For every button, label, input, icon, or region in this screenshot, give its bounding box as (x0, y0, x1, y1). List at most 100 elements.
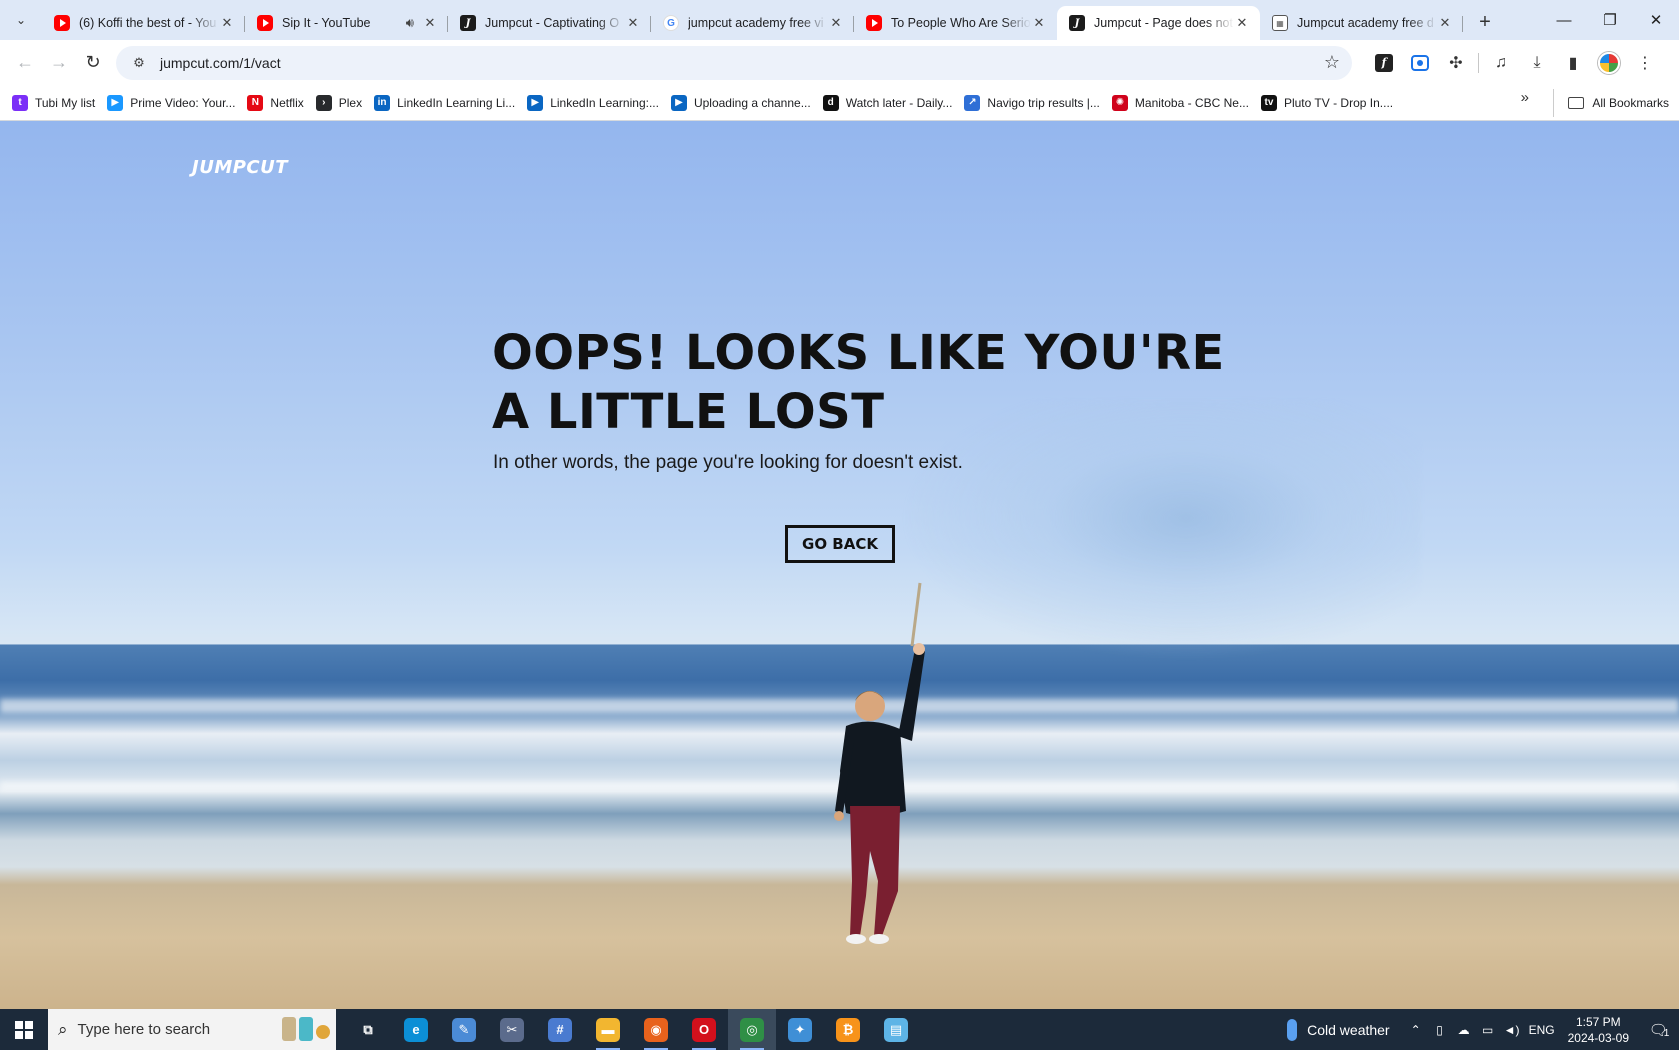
back-button[interactable]: ← (8, 46, 42, 80)
onedrive-icon[interactable]: ☁ (1452, 1023, 1476, 1037)
profile-avatar[interactable] (1591, 46, 1627, 80)
taskbar-app-chrome[interactable]: ◎ (728, 1009, 776, 1050)
network-icon[interactable]: ▭ (1476, 1023, 1500, 1037)
screen-recorder-icon[interactable] (1402, 46, 1438, 80)
weather-text: Cold weather (1307, 1021, 1390, 1038)
bookmark-item[interactable]: ▶ LinkedIn Learning:... (521, 89, 665, 117)
calculator-icon: # (548, 1017, 572, 1042)
all-bookmarks-button[interactable]: All Bookmarks (1553, 89, 1669, 117)
browser-tab[interactable]: Sip It - YouTube 🔊︎ ✕ (245, 6, 448, 40)
bookmark-item[interactable]: N Netflix (241, 89, 309, 117)
bookmark-label: Tubi My list (35, 95, 96, 110)
taskbar-app-firefox[interactable]: ◉ (632, 1009, 680, 1050)
bookmarks-overflow-icon[interactable]: » (1521, 89, 1529, 106)
taskbar-app-notepad[interactable]: ▤ (872, 1009, 920, 1050)
side-panel-icon[interactable]: ▮ (1555, 46, 1591, 80)
bookmark-item[interactable]: ▶ Uploading a channe... (665, 89, 817, 117)
notification-center-button[interactable]: 🗨 1 (1639, 1009, 1679, 1050)
pinned-apps: ⧉ e ✎ ✂ # ▬ ◉ O ◎ ✦ ₿ ▤ (344, 1009, 920, 1050)
toolbar-actions: f ✣ ♫ ⤓ ▮ ⋮ (1366, 46, 1663, 80)
taskbar-search-box[interactable]: ⌕ Type here to search (48, 1009, 336, 1050)
new-tab-button[interactable]: + (1471, 8, 1499, 36)
taskbar-app-calculator[interactable]: # (536, 1009, 584, 1050)
browser-tab[interactable]: To People Who Are Serio ✕ (854, 6, 1057, 40)
browser-tab[interactable]: J Jumpcut - Page does not ✕ (1057, 6, 1260, 40)
bookmark-item[interactable]: in LinkedIn Learning Li... (368, 89, 521, 117)
restore-button[interactable]: ❐ (1587, 0, 1633, 40)
bookmark-item[interactable]: ▶ Prime Video: Your... (101, 89, 241, 117)
tab-separator (1462, 16, 1463, 32)
site-info-icon[interactable]: ⚙ (128, 52, 150, 74)
notification-count: 1 (1663, 1028, 1670, 1039)
search-highlight-illustration (282, 1017, 330, 1041)
extensions-puzzle-icon[interactable]: ✣ (1438, 46, 1474, 80)
tab-title: To People Who Are Serio (891, 16, 1031, 30)
close-window-button[interactable]: ✕ (1633, 0, 1679, 40)
language-indicator[interactable]: ENG (1524, 1023, 1560, 1037)
taskbar-app-edge[interactable]: e (392, 1009, 440, 1050)
jumpcut-logo[interactable]: JUMPCUT (192, 157, 288, 178)
menu-kebab-icon[interactable]: ⋮ (1627, 46, 1663, 80)
tab-strip: ⌄ (6) Koffi the best of - You ✕ Sip It - Y… (0, 0, 1679, 40)
clock[interactable]: 1:57 PM 2024-03-09 (1568, 1014, 1629, 1046)
close-tab-icon[interactable]: ✕ (1234, 15, 1250, 31)
bookmark-star-icon[interactable]: ☆ (1324, 52, 1340, 73)
start-button[interactable] (0, 1009, 48, 1050)
search-placeholder: Type here to search (77, 1021, 211, 1038)
bookmark-label: Plex (338, 95, 363, 110)
edge-icon: e (404, 1017, 428, 1042)
bookmark-item[interactable]: d Watch later - Daily... (817, 89, 959, 117)
taskbar-app-bitcoin[interactable]: ₿ (824, 1009, 872, 1050)
bookmark-item[interactable]: ↗ Navigo trip results |... (958, 89, 1106, 117)
show-hidden-icons-chevron-icon[interactable]: ⌃ (1404, 1023, 1428, 1037)
safari-icon: ✦ (788, 1017, 812, 1042)
taskbar-app-task-view[interactable]: ⧉ (344, 1009, 392, 1050)
go-back-button[interactable]: GO BACK (785, 525, 895, 563)
browser-tab[interactable]: (6) Koffi the best of - You ✕ (42, 6, 245, 40)
extension-f-icon[interactable]: f (1366, 46, 1402, 80)
close-tab-icon[interactable]: ✕ (422, 15, 438, 31)
close-tab-icon[interactable]: ✕ (625, 15, 641, 31)
clock-time: 1:57 PM (1575, 1014, 1621, 1029)
url-text[interactable]: jumpcut.com/1/vact (160, 55, 1324, 71)
folder-icon (1568, 97, 1585, 109)
taskbar-app-paint[interactable]: ✎ (440, 1009, 488, 1050)
bookmark-label: Watch later - Daily... (845, 95, 953, 110)
reload-button[interactable]: ↻ (76, 46, 110, 80)
bookmark-label: LinkedIn Learning Li... (397, 95, 516, 110)
tab-search-button[interactable]: ⌄ (6, 5, 36, 35)
minimize-button[interactable]: — (1541, 0, 1587, 40)
tab-list: (6) Koffi the best of - You ✕ Sip It - You… (42, 6, 1463, 40)
media-controls-icon[interactable]: ♫ (1483, 46, 1519, 80)
bookmark-item[interactable]: t Tubi My list (6, 89, 101, 117)
tab-title: Sip It - YouTube (282, 16, 371, 30)
page-subtitle: In other words, the page you're looking … (493, 452, 963, 473)
device-icon[interactable]: ▯ (1428, 1023, 1452, 1037)
close-tab-icon[interactable]: ✕ (828, 15, 844, 31)
tab-title: jumpcut academy free vi (688, 16, 824, 30)
taskbar-app-safari[interactable]: ✦ (776, 1009, 824, 1050)
bookmark-label: Uploading a channe... (693, 95, 811, 110)
volume-icon[interactable]: ◄) (1500, 1023, 1524, 1037)
browser-tab[interactable]: Gjumpcut academy free vi ✕ (651, 6, 854, 40)
download-icon[interactable]: ⤓ (1519, 46, 1555, 80)
bookmark-label: Prime Video: Your... (130, 95, 236, 110)
taskbar-app-opera[interactable]: O (680, 1009, 728, 1050)
close-tab-icon[interactable]: ✕ (1031, 15, 1047, 31)
bookmark-item[interactable]: › Plex (310, 89, 368, 117)
forward-button[interactable]: → (42, 46, 76, 80)
close-tab-icon[interactable]: ✕ (1437, 15, 1453, 31)
close-tab-icon[interactable]: ✕ (219, 15, 235, 31)
clock-date: 2024-03-09 (1567, 1030, 1629, 1045)
browser-tab[interactable]: ▦ Jumpcut academy free d ✕ (1260, 6, 1463, 40)
browser-tab[interactable]: J Jumpcut - Captivating O ✕ (448, 6, 651, 40)
address-bar[interactable]: ⚙ jumpcut.com/1/vact ☆ (116, 45, 1352, 80)
browser-toolbar: ← → ↻ ⚙ jumpcut.com/1/vact ☆ f ✣ ♫ ⤓ ▮ ⋮ (0, 40, 1679, 85)
weather-widget[interactable]: Cold weather (1287, 1018, 1390, 1041)
taskbar-app-snipping-tool[interactable]: ✂ (488, 1009, 536, 1050)
youtube-icon (54, 15, 70, 31)
bookmark-item[interactable]: tv Pluto TV - Drop In.... (1255, 89, 1399, 117)
taskbar-app-file-explorer[interactable]: ▬ (584, 1009, 632, 1050)
bookmark-item[interactable]: ✺ Manitoba - CBC Ne... (1106, 89, 1255, 117)
speaker-icon[interactable]: 🔊︎ (406, 15, 414, 31)
